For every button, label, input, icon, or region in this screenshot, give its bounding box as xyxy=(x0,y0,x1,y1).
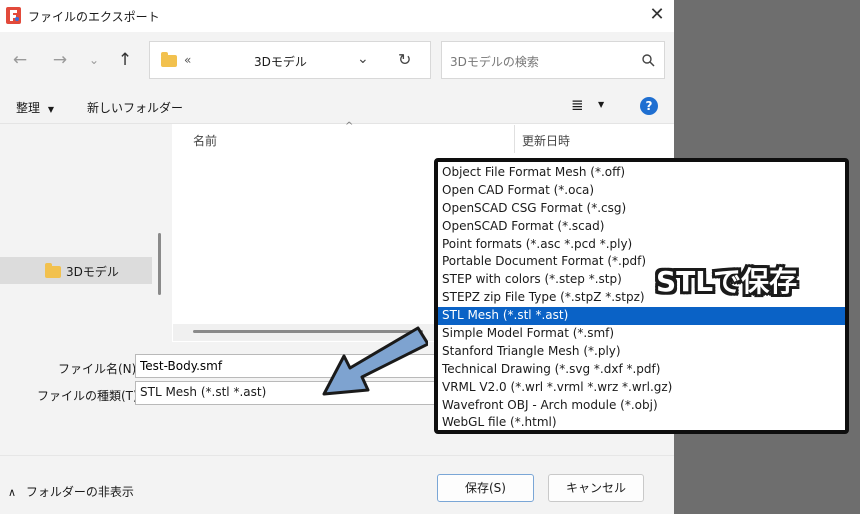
freecad-app-icon xyxy=(6,7,21,24)
annotation-arrow-icon xyxy=(322,326,428,396)
new-folder-button[interactable]: 新しいフォルダー xyxy=(87,99,183,116)
footer-divider xyxy=(0,455,674,456)
search-icon[interactable] xyxy=(642,54,655,67)
filetype-option[interactable]: OpenSCAD Format (*.scad) xyxy=(438,218,845,236)
filetype-option[interactable]: Open CAD Format (*.oca) xyxy=(438,182,845,200)
navigation-pane xyxy=(0,124,166,342)
cancel-button[interactable]: キャンセル xyxy=(548,474,644,502)
folder-icon xyxy=(45,263,61,278)
window-title: ファイルのエクスポート xyxy=(28,10,160,24)
filetype-option[interactable]: Technical Drawing (*.svg *.dxf *.pdf) xyxy=(438,361,845,379)
filetype-option[interactable]: WebGL file (*.html) xyxy=(438,414,845,432)
nav-item-3d-model[interactable]: 3Dモデル xyxy=(0,257,152,284)
nav-scrollbar[interactable] xyxy=(158,233,161,295)
filename-label: ファイル名(N): xyxy=(58,362,141,376)
refresh-icon[interactable]: ↻ xyxy=(398,50,411,69)
breadcrumb-overflow[interactable]: « xyxy=(184,53,191,67)
organize-button[interactable]: 整理 ▼ xyxy=(16,99,54,116)
annotation-callout: STLで保存 xyxy=(656,265,798,298)
up-arrow-icon[interactable]: ↑ xyxy=(113,48,137,72)
organize-label: 整理 xyxy=(16,101,41,115)
search-input[interactable]: 3Dモデルの検索 xyxy=(450,53,539,70)
address-bar[interactable]: « 3Dモデル ⌄ ↻ xyxy=(149,41,431,79)
breadcrumb-current[interactable]: 3Dモデル xyxy=(254,53,307,70)
chevron-up-icon: ∧ xyxy=(8,486,17,499)
filetype-option[interactable]: Wavefront OBJ - Arch module (*.obj) xyxy=(438,397,845,415)
view-caret-down-icon[interactable]: ▼ xyxy=(598,100,604,109)
column-separator[interactable] xyxy=(514,125,515,153)
filetype-option[interactable]: Point formats (*.asc *.pcd *.ply) xyxy=(438,236,845,254)
filetype-option[interactable]: Stanford Triangle Mesh (*.ply) xyxy=(438,343,845,361)
view-options-icon[interactable]: ≣ xyxy=(571,96,584,114)
close-icon[interactable]: ✕ xyxy=(646,4,668,26)
sort-up-icon: ^ xyxy=(345,121,354,132)
filetype-option[interactable]: OpenSCAD CSG Format (*.csg) xyxy=(438,200,845,218)
search-box[interactable]: 3Dモデルの検索 xyxy=(441,41,665,79)
hide-folders-label: フォルダーの非表示 xyxy=(25,485,134,499)
filetype-option[interactable]: Object File Format Mesh (*.off) xyxy=(438,164,845,182)
column-header-modified[interactable]: 更新日時 xyxy=(522,132,570,149)
hide-folders-toggle[interactable]: ∧ フォルダーの非表示 xyxy=(8,483,134,500)
filetype-option[interactable]: STL Mesh (*.stl *.ast) xyxy=(438,307,845,326)
filetype-label: ファイルの種類(T): xyxy=(37,389,142,403)
save-button[interactable]: 保存(S) xyxy=(437,474,534,502)
address-dropdown-chevron-icon[interactable]: ⌄ xyxy=(357,51,369,67)
column-header-name[interactable]: 名前 xyxy=(193,132,217,149)
recent-locations-chevron-icon[interactable]: ⌄ xyxy=(82,48,106,72)
filetype-option[interactable]: Simple Model Format (*.smf) xyxy=(438,325,845,343)
help-icon[interactable]: ? xyxy=(640,97,658,115)
folder-icon xyxy=(161,52,177,67)
caret-down-icon: ▼ xyxy=(47,105,54,114)
nav-item-label: 3Dモデル xyxy=(66,265,119,279)
forward-arrow-icon[interactable]: → xyxy=(48,48,72,72)
back-arrow-icon[interactable]: ← xyxy=(8,48,32,72)
filetype-option[interactable]: VRML V2.0 (*.wrl *.vrml *.wrz *.wrl.gz) xyxy=(438,379,845,397)
